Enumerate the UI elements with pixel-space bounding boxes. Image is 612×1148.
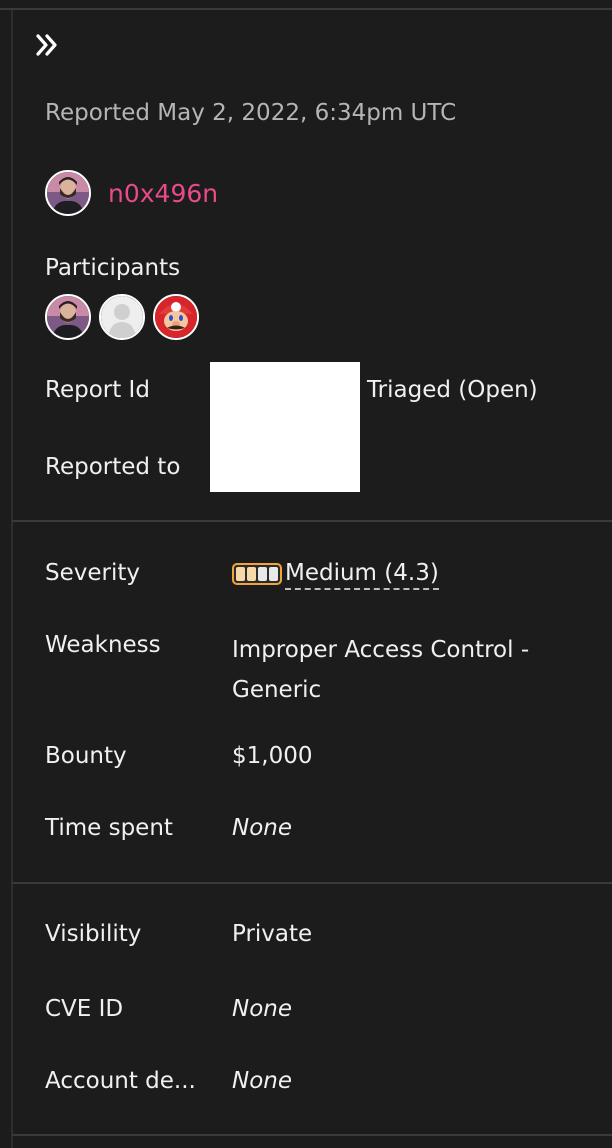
weakness-value: Improper Access Control - Generic bbox=[232, 637, 530, 703]
redacted-block bbox=[210, 362, 360, 492]
mario-avatar-icon bbox=[155, 296, 197, 338]
cve-id-value: None bbox=[232, 996, 293, 1022]
double-chevron-right-icon bbox=[36, 34, 57, 56]
left-border bbox=[11, 10, 13, 1148]
visibility-label: Visibility bbox=[45, 921, 142, 947]
user-avatar-photo-icon bbox=[47, 172, 89, 214]
section-divider bbox=[12, 520, 612, 522]
reporter: n0x496n bbox=[45, 170, 218, 216]
severity-segment-empty bbox=[269, 567, 278, 581]
report-status: Triaged (Open) bbox=[367, 377, 538, 403]
severity-label: Severity bbox=[45, 560, 140, 586]
report-id-label: Report Id bbox=[45, 377, 150, 403]
participants-label: Participants bbox=[45, 255, 181, 281]
section-divider bbox=[12, 882, 612, 884]
severity-segment-filled bbox=[247, 567, 256, 581]
cve-id-label: CVE ID bbox=[45, 996, 124, 1022]
account-details-label: Account de... bbox=[45, 1068, 196, 1094]
reported-to-label: Reported to bbox=[45, 454, 181, 480]
bounty-label: Bounty bbox=[45, 743, 127, 769]
participant-avatar[interactable] bbox=[99, 294, 145, 340]
weakness-label: Weakness bbox=[45, 632, 161, 658]
account-details-value: None bbox=[232, 1068, 293, 1094]
top-divider bbox=[0, 8, 612, 10]
collapse-sidebar-button[interactable] bbox=[30, 30, 64, 60]
reporter-username-link[interactable]: n0x496n bbox=[108, 179, 218, 208]
participant-avatar[interactable] bbox=[153, 294, 199, 340]
severity-segment-empty bbox=[258, 567, 267, 581]
visibility-value: Private bbox=[232, 921, 313, 947]
section-divider bbox=[12, 1134, 612, 1136]
time-spent-value: None bbox=[232, 815, 293, 841]
severity-value-link[interactable]: Medium (4.3) bbox=[285, 560, 439, 590]
participants-list bbox=[45, 294, 199, 340]
reported-date: Reported May 2, 2022, 6:34pm UTC bbox=[45, 100, 457, 126]
time-spent-label: Time spent bbox=[45, 815, 173, 841]
user-avatar-photo-icon bbox=[47, 296, 89, 338]
participant-avatar[interactable] bbox=[45, 294, 91, 340]
default-user-avatar-icon bbox=[101, 296, 143, 338]
report-sidebar: Reported May 2, 2022, 6:34pm UTC n0x496n… bbox=[0, 0, 612, 1148]
severity-meter bbox=[232, 563, 282, 585]
reporter-avatar[interactable] bbox=[45, 170, 91, 216]
severity-segment-filled bbox=[236, 567, 245, 581]
bounty-value: $1,000 bbox=[232, 743, 313, 769]
